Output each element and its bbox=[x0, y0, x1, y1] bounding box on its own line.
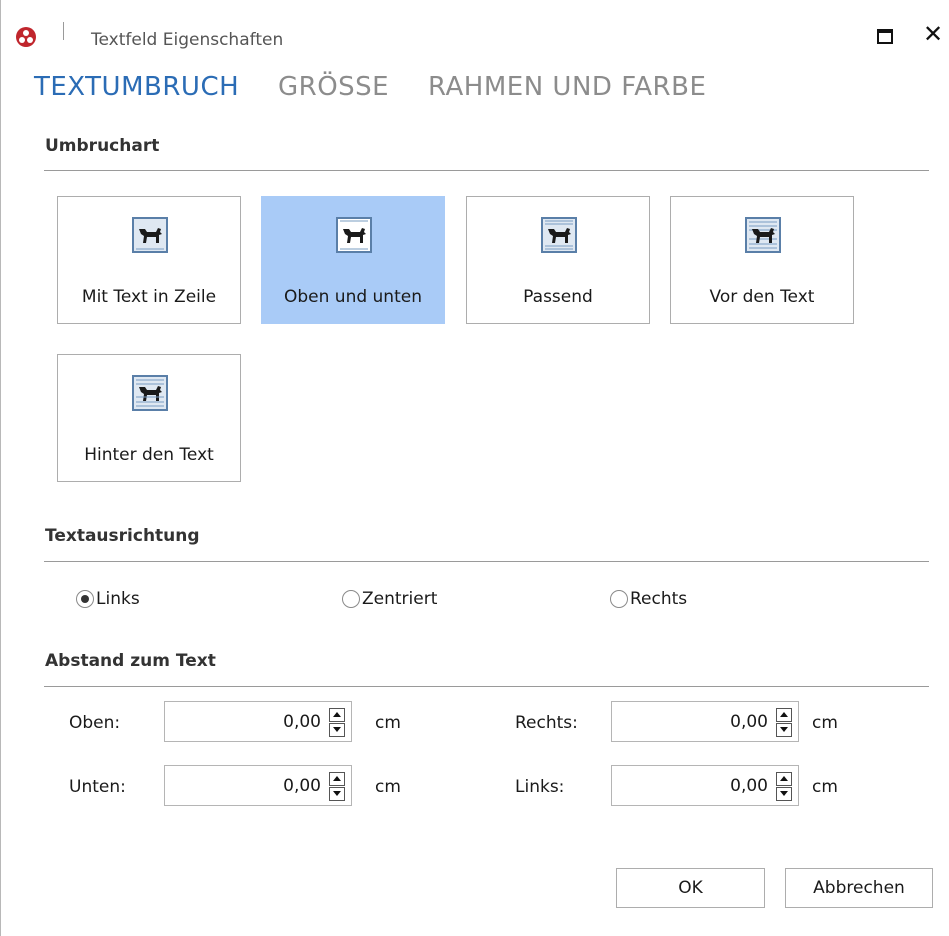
unit-label: cm bbox=[812, 777, 838, 797]
app-logo-icon bbox=[16, 27, 36, 47]
wrap-option-in-front[interactable]: Vor den Text bbox=[670, 196, 854, 324]
field-label-oben: Oben: bbox=[69, 713, 121, 733]
field-label-unten: Unten: bbox=[69, 777, 126, 797]
oben-spinbox[interactable]: 0,00 bbox=[164, 701, 352, 742]
cancel-button[interactable]: Abbrechen bbox=[785, 868, 933, 908]
wrap-option-square[interactable]: Passend bbox=[466, 196, 650, 324]
spin-down-icon[interactable] bbox=[776, 787, 792, 801]
spin-value: 0,00 bbox=[283, 712, 321, 732]
section-title-textausrichtung: Textausrichtung bbox=[45, 526, 200, 546]
radio-unchecked-icon bbox=[610, 590, 628, 608]
radio-checked-icon bbox=[76, 590, 94, 608]
radio-label: Links bbox=[96, 589, 140, 609]
window-title: Textfeld Eigenschaften bbox=[91, 30, 284, 50]
radio-zentriert[interactable]: Zentriert bbox=[342, 588, 437, 610]
wrap-option-label: Mit Text in Zeile bbox=[81, 287, 217, 307]
spin-up-icon[interactable] bbox=[776, 708, 792, 722]
radio-unchecked-icon bbox=[342, 590, 360, 608]
spin-value: 0,00 bbox=[730, 712, 768, 732]
radio-label: Zentriert bbox=[362, 589, 438, 609]
radio-label: Rechts bbox=[630, 589, 688, 609]
spin-value: 0,00 bbox=[730, 776, 768, 796]
tab-textumbruch[interactable]: TEXTUMBRUCH bbox=[34, 72, 239, 102]
title-separator bbox=[63, 22, 64, 40]
wrap-behind-icon bbox=[132, 375, 168, 411]
spin-up-icon[interactable] bbox=[776, 772, 792, 786]
field-label-links: Links: bbox=[515, 777, 565, 797]
spin-up-icon[interactable] bbox=[329, 772, 345, 786]
section-title-umbruchart: Umbruchart bbox=[45, 136, 160, 156]
spin-value: 0,00 bbox=[283, 776, 321, 796]
wrap-option-label: Hinter den Text bbox=[84, 445, 214, 465]
links-spinbox[interactable]: 0,00 bbox=[611, 765, 799, 806]
unit-label: cm bbox=[375, 777, 401, 797]
wrap-option-label: Vor den Text bbox=[709, 287, 815, 307]
wrap-option-top-bottom[interactable]: Oben und unten bbox=[261, 196, 445, 324]
radio-links[interactable]: Links bbox=[76, 588, 140, 610]
ok-button[interactable]: OK bbox=[616, 868, 765, 908]
wrap-option-label: Passend bbox=[523, 287, 593, 307]
rechts-spinbox[interactable]: 0,00 bbox=[611, 701, 799, 742]
section-divider bbox=[44, 170, 929, 171]
tab-groesse[interactable]: GRÖSSE bbox=[278, 72, 389, 102]
spin-down-icon[interactable] bbox=[329, 787, 345, 801]
maximize-icon[interactable] bbox=[877, 29, 893, 44]
spin-down-icon[interactable] bbox=[776, 723, 792, 737]
spin-down-icon[interactable] bbox=[329, 723, 345, 737]
unit-label: cm bbox=[375, 713, 401, 733]
tab-rahmen-und-farbe[interactable]: RAHMEN UND FARBE bbox=[428, 72, 706, 102]
wrap-option-inline[interactable]: Mit Text in Zeile bbox=[57, 196, 241, 324]
section-divider bbox=[44, 686, 929, 687]
dialog-window: Textfeld Eigenschaften ✕ TEXTUMBRUCH GRÖ… bbox=[0, 0, 949, 936]
unit-label: cm bbox=[812, 713, 838, 733]
wrap-top-bottom-icon bbox=[336, 217, 372, 253]
close-icon[interactable]: ✕ bbox=[923, 22, 943, 46]
radio-rechts[interactable]: Rechts bbox=[610, 588, 687, 610]
wrap-inline-icon bbox=[132, 217, 168, 253]
section-title-abstand: Abstand zum Text bbox=[45, 651, 216, 671]
field-label-rechts: Rechts: bbox=[515, 713, 578, 733]
wrap-in-front-icon bbox=[745, 217, 781, 253]
wrap-option-behind[interactable]: Hinter den Text bbox=[57, 354, 241, 482]
unten-spinbox[interactable]: 0,00 bbox=[164, 765, 352, 806]
wrap-option-label: Oben und unten bbox=[283, 287, 422, 307]
wrap-square-icon bbox=[541, 217, 577, 253]
spin-up-icon[interactable] bbox=[329, 708, 345, 722]
section-divider bbox=[44, 561, 929, 562]
